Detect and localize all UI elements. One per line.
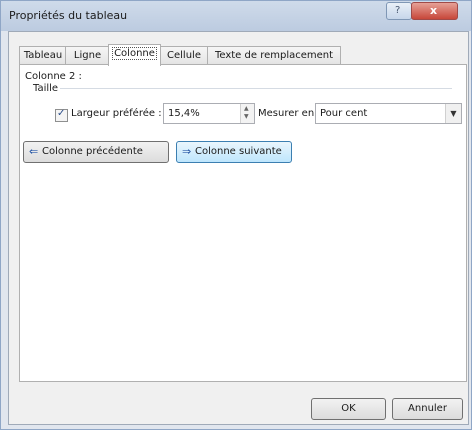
arrow-right-icon: ⇒ (182, 145, 192, 158)
help-icon: ? (395, 5, 401, 16)
column-header: Colonne 2 : (25, 71, 82, 82)
tab-label: Cellule (167, 50, 201, 61)
spinner-buttons: ▲ ▼ (240, 104, 254, 123)
title-bar[interactable]: Propriétés du tableau ? x (1, 1, 471, 31)
close-button[interactable]: x (411, 2, 458, 20)
spin-up-icon[interactable]: ▲ (244, 105, 249, 112)
dialog-window: Propriétés du tableau ? x Tableau Ligne … (0, 0, 472, 430)
spin-down-icon[interactable]: ▼ (244, 113, 249, 120)
tab-cellule[interactable]: Cellule (159, 46, 209, 65)
preferred-width-value[interactable]: 15,4% (168, 108, 200, 119)
checkmark-icon: ✓ (57, 108, 66, 119)
cancel-label: Annuler (408, 403, 447, 414)
tab-tableau[interactable]: Tableau (19, 46, 67, 65)
ok-label: OK (341, 403, 356, 414)
ok-button[interactable]: OK (311, 398, 386, 420)
help-button[interactable]: ? (386, 2, 412, 20)
next-column-button[interactable]: ⇒ Colonne suivante (176, 141, 292, 163)
preferred-width-label: Largeur préférée : (71, 108, 162, 119)
measure-in-label: Mesurer en : (258, 108, 321, 119)
tab-label: Ligne (73, 50, 102, 61)
chevron-down-icon[interactable]: ▼ (445, 104, 461, 123)
size-section-label: Taille (33, 83, 59, 94)
tab-label: Tableau (23, 50, 63, 61)
measure-in-select[interactable]: Pour cent ▼ (315, 103, 462, 124)
cancel-button[interactable]: Annuler (392, 398, 463, 420)
preferred-width-checkbox[interactable]: ✓ (55, 108, 68, 122)
arrow-left-icon: ⇐ (29, 145, 39, 158)
tab-ligne[interactable]: Ligne (65, 46, 110, 65)
tab-label: Colonne (112, 47, 157, 60)
tab-label: Texte de remplacement (214, 50, 334, 61)
column-tab-panel: Colonne 2 : Taille ✓ Largeur préférée : … (19, 64, 467, 382)
preferred-width-spinner[interactable]: 15,4% ▲ ▼ (163, 103, 255, 124)
tab-colonne[interactable]: Colonne (108, 44, 161, 66)
next-column-label: Colonne suivante (195, 146, 282, 157)
close-icon: x (430, 4, 438, 17)
tab-texte-de-remplacement[interactable]: Texte de remplacement (207, 46, 341, 65)
dialog-title: Propriétés du tableau (9, 9, 128, 22)
previous-column-label: Colonne précédente (42, 146, 143, 157)
previous-column-button[interactable]: ⇐ Colonne précédente (23, 141, 169, 163)
section-divider (60, 88, 452, 89)
measure-in-value: Pour cent (320, 108, 368, 119)
dialog-client-area: Tableau Ligne Colonne Cellule Texte de r… (8, 31, 469, 425)
